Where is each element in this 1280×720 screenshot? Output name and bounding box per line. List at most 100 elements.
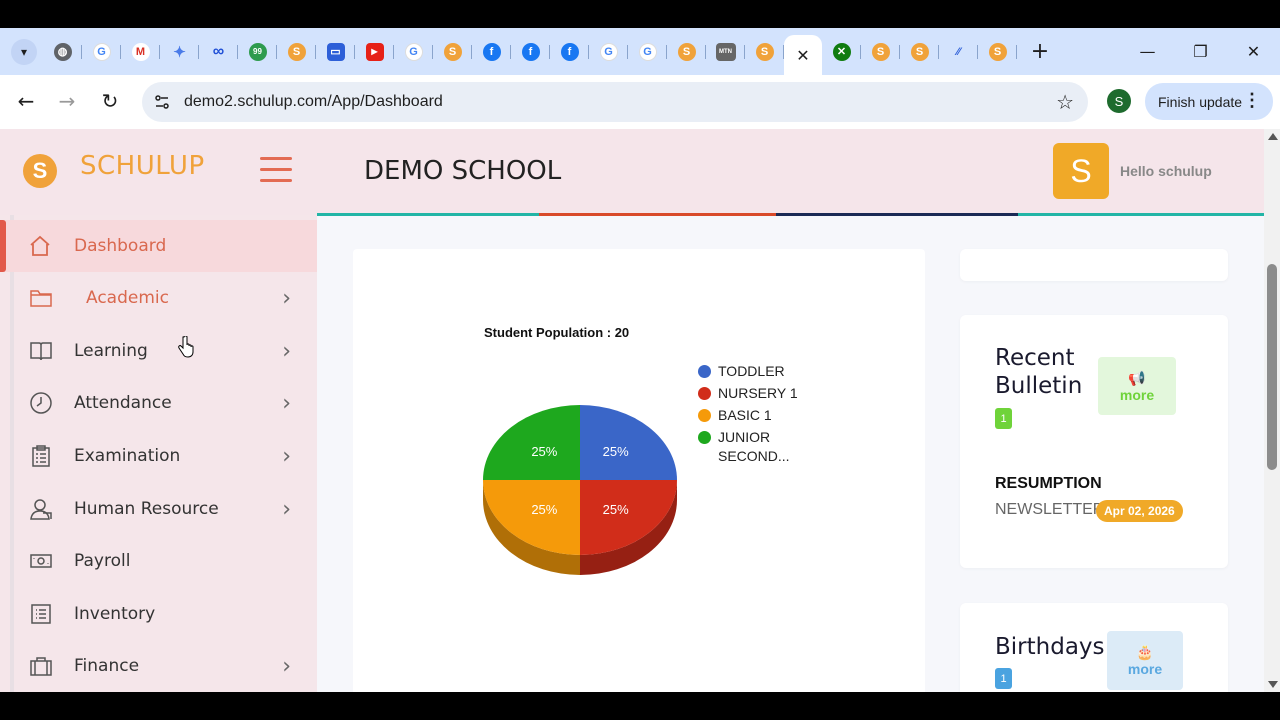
site-info-icon[interactable] [146, 86, 178, 118]
sidebar-item-label: Learning [74, 341, 148, 361]
page-scrollbar[interactable] [1264, 129, 1280, 692]
browser-tab[interactable]: f [550, 34, 589, 70]
person-icon [28, 496, 54, 522]
pie-slice[interactable] [483, 480, 580, 555]
legend-item[interactable]: JUNIOR SECOND... [698, 428, 808, 466]
legend-swatch [698, 387, 711, 400]
pie-slice[interactable] [483, 405, 580, 480]
header-color-bar [317, 213, 1264, 216]
browser-tab[interactable]: ⁄⁄ [939, 34, 978, 70]
pie-slice-label: 25% [603, 502, 629, 517]
tab-search-button[interactable]: ▾ [11, 38, 37, 65]
bulletin-date-badge: Apr 02, 2026 [1096, 500, 1183, 522]
browser-tab[interactable]: ▭ [316, 34, 355, 70]
menu-toggle-icon[interactable] [260, 157, 292, 183]
browser-tab[interactable]: S [978, 34, 1017, 70]
forward-button[interactable]: → [47, 81, 87, 121]
browser-tab[interactable]: S [861, 34, 900, 70]
browser-tab[interactable]: ∞ [199, 34, 238, 70]
back-button[interactable]: ← [6, 81, 46, 121]
schulup-icon: S [755, 42, 774, 61]
app-icon: ▭ [326, 42, 345, 61]
sidebar-item-dashboard[interactable]: Dashboard [0, 220, 317, 272]
restore-button[interactable]: ❐ [1174, 28, 1227, 75]
close-tab-icon[interactable]: ✕ [796, 46, 809, 65]
birthdays-more-button[interactable]: 🎂 more [1107, 631, 1183, 690]
sidebar-item-inventory[interactable]: Inventory [14, 588, 317, 640]
schulup-icon: S [871, 42, 890, 61]
legend-item[interactable]: TODDLER [698, 362, 808, 381]
user-greeting[interactable]: Hello schulup [1120, 163, 1212, 179]
reload-button[interactable]: ↻ [90, 81, 130, 121]
profile-avatar[interactable]: S [1107, 89, 1131, 113]
browser-tab[interactable]: ▶ [355, 34, 394, 70]
user-avatar[interactable]: S [1053, 143, 1109, 199]
browser-tab[interactable]: S [745, 34, 784, 70]
scroll-down-icon[interactable] [1268, 681, 1278, 688]
legend-item[interactable]: BASIC 1 [698, 406, 808, 425]
browser-tab[interactable]: ✕ [822, 34, 861, 70]
tab-strip: ▾ ◍ G M ✦ ∞ 99 S ▭ ▶ G Sf f f G G S MTN S ✕ ✕ S S ⁄⁄ S + — ❐ ✕ [0, 28, 1280, 75]
reload-icon: ↻ [101, 89, 119, 113]
legend-item[interactable]: NURSERY 1 [698, 384, 808, 403]
browser-tab[interactable]: S [277, 34, 316, 70]
gemini-icon: ✦ [170, 42, 189, 61]
address-bar[interactable]: demo2.schulup.com/App/Dashboard ☆ [142, 82, 1088, 122]
schulup-logo[interactable]: S [23, 154, 57, 188]
minimize-button[interactable]: — [1121, 28, 1174, 75]
sidebar-item-examination[interactable]: Examination › [14, 430, 317, 482]
bulletin-item-title[interactable]: RESUMPTION [995, 475, 1102, 493]
pie-slice[interactable] [580, 405, 677, 480]
restore-icon: ❐ [1193, 42, 1208, 61]
chevron-down-icon: ▾ [20, 44, 28, 59]
pie-slice-label: 25% [531, 502, 557, 517]
scroll-thumb[interactable] [1267, 264, 1277, 470]
window-controls: — ❐ ✕ [1121, 28, 1280, 75]
sidebar-item-attendance[interactable]: Attendance › [14, 377, 317, 429]
globe-icon: ◍ [53, 42, 72, 61]
schulup-icon: S [988, 42, 1007, 61]
browser-tab[interactable]: S [667, 34, 706, 70]
browser-tab[interactable]: G [82, 34, 121, 70]
arrow-left-icon: ← [17, 89, 35, 113]
browser-tab[interactable]: f [511, 34, 550, 70]
cake-icon: 🎂 [1136, 644, 1154, 660]
browser-tab[interactable]: 99 [238, 34, 277, 70]
url-text[interactable]: demo2.schulup.com/App/Dashboard [184, 93, 443, 111]
browser-tab[interactable]: G [628, 34, 667, 70]
close-window-button[interactable]: ✕ [1227, 28, 1280, 75]
schulup-icon: S [677, 42, 696, 61]
schulup-icon: S [443, 42, 462, 61]
sidebar-item-human-resource[interactable]: Human Resource › [14, 483, 317, 535]
browser-tab-active[interactable]: ✕ [784, 35, 822, 75]
book-icon [28, 338, 54, 364]
new-tab-button[interactable]: + [1025, 37, 1055, 67]
finish-update-button[interactable]: Finish update ⋮ [1145, 83, 1273, 120]
browser-tab[interactable]: ✦ [160, 34, 199, 70]
sidebar: Dashboard Academic › Learning › Attendance › Ex… [0, 215, 317, 692]
browser-tab[interactable]: MTN [706, 34, 745, 70]
browser-tab[interactable]: G [589, 34, 628, 70]
sidebar-item-finance[interactable]: Finance › [14, 640, 317, 692]
arrow-right-icon: → [58, 89, 76, 113]
folder-icon [28, 285, 54, 311]
sidebar-item-academic[interactable]: Academic › [14, 272, 317, 324]
browser-tab[interactable]: S [900, 34, 939, 70]
bookmark-star-icon[interactable]: ☆ [1056, 90, 1074, 114]
bulletin-more-button[interactable]: 📢 more [1098, 357, 1176, 415]
browser-tab[interactable]: M [121, 34, 160, 70]
browser-tab[interactable]: G [394, 34, 433, 70]
list-icon [28, 601, 54, 627]
pie-slice[interactable] [580, 480, 677, 555]
top-card [960, 249, 1228, 281]
browser-tab[interactable]: f [472, 34, 511, 70]
sidebar-item-learning[interactable]: Learning › [14, 325, 317, 377]
browser-tab[interactable]: ◍ [43, 34, 82, 70]
youtube-icon: ▶ [365, 42, 384, 61]
browser-tab[interactable]: S [433, 34, 472, 70]
google-icon: G [599, 42, 618, 61]
scroll-up-icon[interactable] [1268, 133, 1278, 140]
brand-name[interactable]: SCHULUP [80, 151, 205, 181]
sidebar-item-payroll[interactable]: Payroll [14, 535, 317, 587]
home-icon [27, 233, 53, 259]
